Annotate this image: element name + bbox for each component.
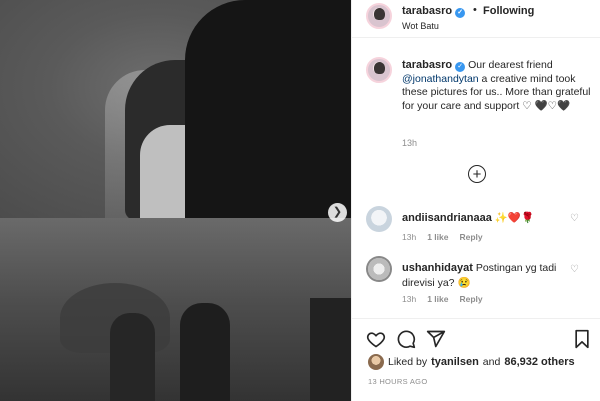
comment-likes[interactable]: 1 like	[427, 294, 448, 304]
caption-body-start: Our dearest friend	[468, 59, 553, 71]
comment-icon[interactable]	[395, 329, 417, 351]
liked-by-line: Liked by tyanilsen and 86,932 others	[368, 354, 575, 370]
action-bar: Liked by tyanilsen and 86,932 others 13 …	[352, 318, 600, 401]
pillar-silhouette	[310, 298, 351, 401]
following-button[interactable]: Following	[483, 5, 534, 17]
comment-username[interactable]: ushanhidayat	[402, 262, 473, 274]
reply-button[interactable]: Reply	[459, 294, 482, 304]
comment-username[interactable]: andiisandrianaaa	[402, 212, 492, 224]
comment-meta: 13h 1 like Reply	[402, 232, 483, 242]
verified-badge-icon: ✓	[455, 8, 466, 18]
comment-body: ushanhidayat Postingan yg tadi direvisi …	[402, 261, 572, 291]
plus-circle-icon[interactable]: +	[468, 165, 486, 183]
couple-kiss-photo	[0, 0, 351, 220]
liked-by-prefix: Liked by	[388, 356, 428, 368]
comment-body: andiisandrianaaa ✨❤️🌹	[402, 211, 572, 226]
comment-avatar[interactable]	[366, 256, 392, 282]
comment-time[interactable]: 13h	[402, 294, 416, 304]
caption-username[interactable]: tarabasro	[402, 59, 452, 71]
heart-icon[interactable]	[365, 329, 387, 351]
comment-avatar[interactable]	[366, 206, 392, 232]
separator-dot: •	[473, 4, 477, 16]
reply-button[interactable]: Reply	[459, 232, 482, 242]
comment-text: ✨❤️🌹	[494, 212, 535, 224]
like-comment-heart-icon[interactable]: ♡	[570, 213, 579, 224]
post-media[interactable]: ❯	[0, 0, 351, 401]
person-silhouette	[110, 313, 155, 401]
others-count[interactable]: 86,932 others	[504, 356, 574, 368]
foggy-landscape-photo	[0, 218, 351, 401]
author-username[interactable]: tarabasro ✓	[402, 5, 466, 18]
bookmark-icon[interactable]	[571, 329, 593, 351]
verified-badge-icon: ✓	[455, 62, 466, 72]
caption-avatar[interactable]	[366, 57, 392, 83]
liked-by-mid: and	[482, 356, 501, 368]
groom-silhouette	[185, 0, 351, 218]
chevron-right-icon: ❯	[332, 206, 343, 218]
comment-likes[interactable]: 1 like	[427, 232, 448, 242]
author-avatar[interactable]	[366, 3, 392, 29]
author-username-text[interactable]: tarabasro	[402, 5, 452, 17]
location-link[interactable]: Wot Batu	[402, 21, 439, 31]
person-silhouette	[180, 303, 230, 401]
like-comment-heart-icon[interactable]: ♡	[570, 264, 579, 275]
post-header: tarabasro ✓ • Following Wot Batu	[352, 0, 600, 38]
liker-avatar[interactable]	[368, 354, 384, 370]
caption-text: tarabasro ✓ Our dearest friend @jonathand…	[402, 59, 592, 113]
share-icon[interactable]	[425, 329, 447, 351]
caption-mention[interactable]: @jonathandytan	[402, 73, 479, 85]
post-timestamp[interactable]: 13 HOURS AGO	[368, 377, 427, 386]
next-media-button[interactable]: ❯	[328, 203, 347, 222]
comment-meta: 13h 1 like Reply	[402, 294, 483, 304]
post-panel: tarabasro ✓ • Following Wot Batu tarabasr…	[351, 0, 600, 401]
liker-username[interactable]: tyanilsen	[431, 356, 479, 368]
comment-time[interactable]: 13h	[402, 232, 416, 242]
caption-timestamp[interactable]: 13h	[402, 138, 417, 148]
